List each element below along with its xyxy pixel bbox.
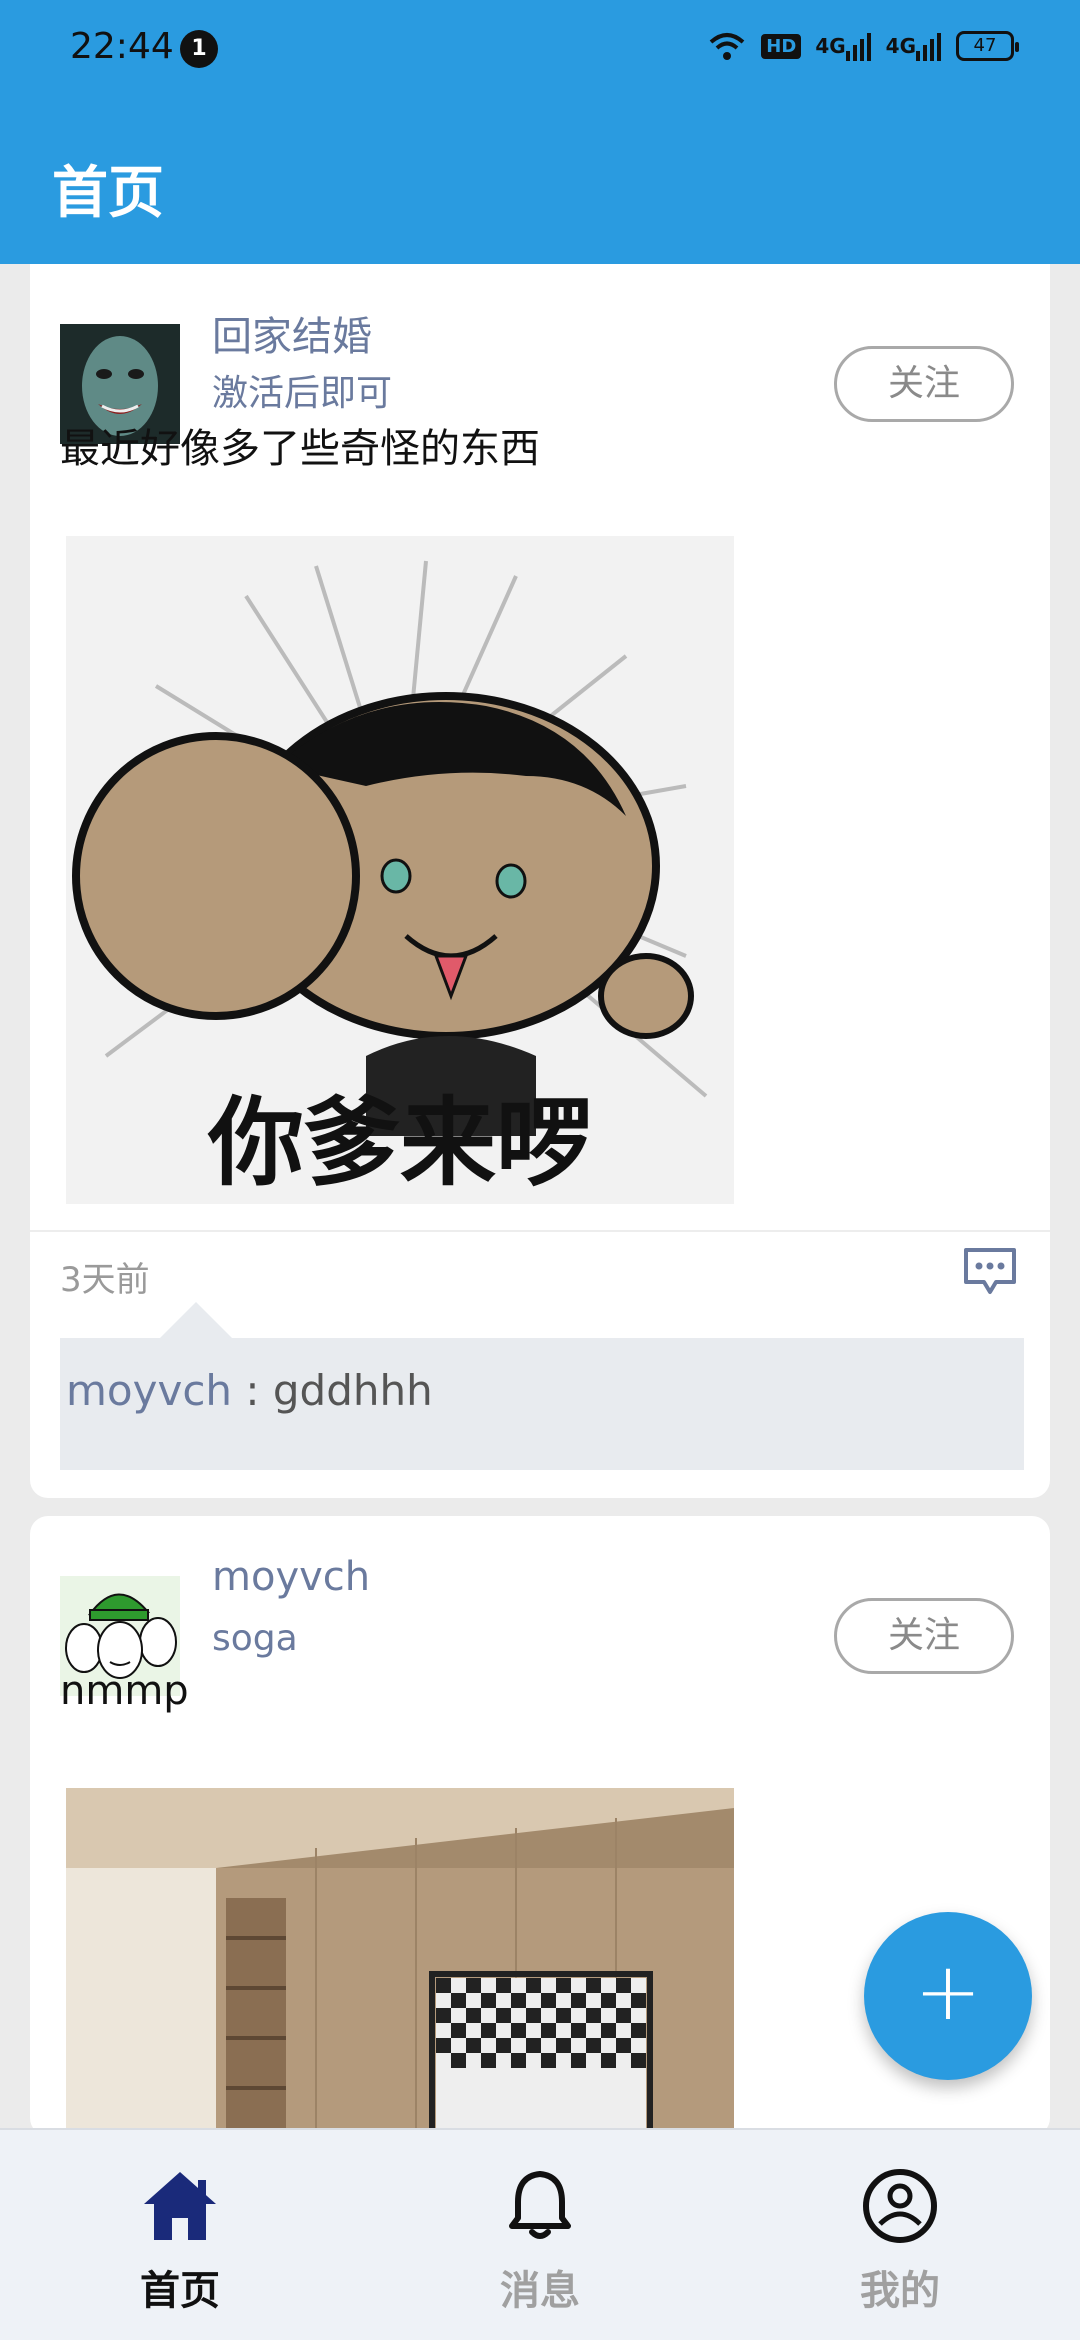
post-card: 回家结婚 激活后即可 关注 最近好像多了些奇怪的东西 你爹来啰 3天前 moyv… — [30, 264, 1050, 1498]
tab-profile[interactable]: 我的 — [720, 2130, 1080, 2340]
comment-notch — [160, 1302, 232, 1338]
tab-profile-label: 我的 — [860, 2268, 940, 2314]
post-user-subtitle: soga — [212, 1618, 298, 1659]
comment-icon[interactable] — [962, 1246, 1018, 1296]
post-content: 最近好像多了些奇怪的东西 — [60, 426, 540, 472]
comment-separator: : — [232, 1366, 273, 1415]
tab-home[interactable]: 首页 — [0, 2130, 360, 2340]
post-time: 3天前 — [60, 1260, 150, 1300]
follow-button[interactable]: 关注 — [834, 346, 1014, 422]
status-time: 22:44 — [70, 26, 174, 67]
status-bar: 22:44 1 HD 4G 4G 47 — [0, 0, 1080, 96]
comment: moyvch : gddhhh — [66, 1366, 433, 1415]
post-content: nmmp — [60, 1668, 189, 1714]
comment-box: moyvch : gddhhh — [60, 1302, 1024, 1470]
follow-button[interactable]: 关注 — [834, 1598, 1014, 1674]
signal-icon-2: 4G — [886, 28, 942, 64]
profile-icon — [863, 2169, 937, 2243]
signal-icon: 4G — [815, 28, 871, 64]
app-bar: 22:44 1 HD 4G 4G 47 首页 — [0, 0, 1080, 264]
comment-text: gddhhh — [272, 1366, 433, 1415]
page-title: 首页 — [52, 161, 164, 226]
divider — [30, 1230, 1050, 1232]
tab-home-label: 首页 — [140, 2268, 220, 2314]
comment-user[interactable]: moyvch — [66, 1366, 232, 1415]
status-icons: HD 4G 4G 47 — [707, 28, 1019, 64]
wifi-icon — [709, 33, 745, 60]
post-username[interactable]: moyvch — [212, 1554, 370, 1600]
post-user-subtitle: 激活后即可 — [212, 373, 393, 414]
bottom-nav: 首页 消息 我的 — [0, 2128, 1080, 2340]
tab-messages-label: 消息 — [500, 2268, 580, 2314]
add-post-button[interactable]: + — [864, 1912, 1032, 2080]
bell-icon — [509, 2171, 571, 2239]
tab-messages[interactable]: 消息 — [360, 2130, 720, 2340]
post-username[interactable]: 回家结婚 — [212, 304, 372, 362]
post-image[interactable]: 你爹来啰 — [66, 536, 734, 1204]
home-icon — [144, 2172, 216, 2240]
notification-badge: 1 — [180, 30, 218, 68]
battery-icon: 47 — [956, 31, 1019, 61]
image-caption: 你爹来啰 — [207, 1087, 592, 1199]
hd-icon: HD — [761, 28, 802, 64]
post-image[interactable] — [66, 1788, 734, 2136]
